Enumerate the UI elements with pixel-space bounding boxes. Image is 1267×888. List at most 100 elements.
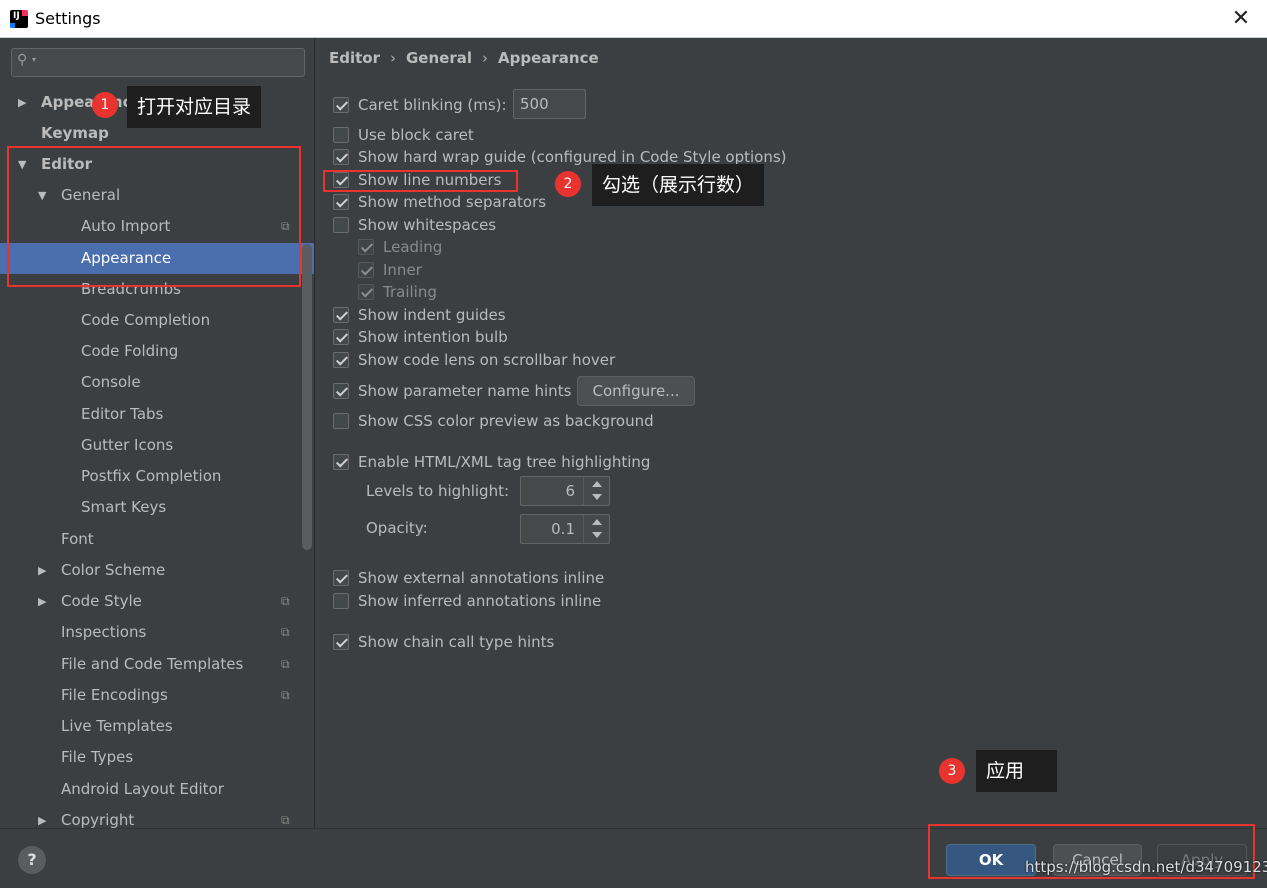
option-label: Trailing — [383, 283, 437, 301]
tree-item-label: Postfix Completion — [81, 467, 222, 485]
indent-guides-checkbox[interactable] — [333, 307, 349, 323]
configure-button[interactable]: Configure... — [577, 376, 695, 406]
tag-tree-checkbox[interactable] — [333, 454, 349, 470]
whitespaces-option[interactable]: Show whitespaces — [333, 214, 533, 236]
annotation-box-line-numbers — [323, 170, 518, 192]
step-badge-3: 3 — [939, 758, 965, 784]
indent-guides-option[interactable]: Show indent guides — [333, 304, 533, 326]
project-scope-icon: ⧉ — [281, 625, 290, 639]
tree-item-code-completion[interactable]: Code Completion — [0, 305, 314, 336]
option-label: Leading — [383, 238, 443, 256]
search-icon: ⚲ — [17, 52, 28, 68]
search-input[interactable]: ⚲ ▾ — [11, 48, 305, 77]
chain-hints-option[interactable]: Show chain call type hints — [333, 631, 593, 653]
tree-item-color-scheme[interactable]: ▶ Color Scheme — [0, 555, 314, 586]
project-scope-icon: ⧉ — [281, 657, 290, 671]
option-label: Show whitespaces — [358, 216, 497, 234]
tree-item-label: Code Style — [61, 592, 142, 610]
intention-bulb-option[interactable]: Show intention bulb — [333, 326, 533, 348]
tree-item-android-layout-editor[interactable]: Android Layout Editor — [0, 774, 314, 805]
inferred-annotations-checkbox[interactable] — [333, 593, 349, 609]
css-preview-checkbox[interactable] — [333, 413, 349, 429]
trailing-option: Trailing — [358, 281, 478, 303]
tree-item-code-folding[interactable]: Code Folding — [0, 336, 314, 367]
trailing-checkbox — [358, 284, 374, 300]
param-hints-option[interactable]: Show parameter name hints — [333, 380, 573, 402]
window-title: Settings — [35, 9, 101, 28]
tree-item-inspections[interactable]: Inspections ⧉ — [0, 617, 314, 648]
param-hints-checkbox[interactable] — [333, 383, 349, 399]
tree-item-postfix-completion[interactable]: Postfix Completion — [0, 461, 314, 492]
tree-item-gutter-icons[interactable]: Gutter Icons — [0, 430, 314, 461]
tag-tree-option[interactable]: Enable HTML/XML tag tree highlighting — [333, 451, 673, 473]
block-caret-option[interactable]: Use block caret — [333, 124, 533, 146]
project-scope-icon: ⧉ — [281, 594, 290, 608]
tree-item-code-style[interactable]: ▶ Code Style ⧉ — [0, 586, 314, 617]
step-badge-2: 2 — [555, 171, 581, 197]
option-label: Enable HTML/XML tag tree highlighting — [358, 453, 651, 471]
expand-arrow-icon[interactable]: ▶ — [18, 87, 26, 118]
tree-item-file-encodings[interactable]: File Encodings ⧉ — [0, 680, 314, 711]
spinner-arrows-icon[interactable] — [583, 477, 609, 505]
opacity-value: 0.1 — [551, 520, 575, 538]
tree-item-smart-keys[interactable]: Smart Keys — [0, 492, 314, 523]
tree-item-label: File Types — [61, 748, 134, 766]
tree-item-file-code-templates[interactable]: File and Code Templates ⧉ — [0, 649, 314, 680]
tree-item-label: Code Folding — [81, 342, 179, 360]
breadcrumb-item[interactable]: General — [406, 49, 472, 67]
tree-item-label: Smart Keys — [81, 498, 167, 516]
help-button[interactable]: ? — [18, 846, 46, 874]
tree-item-label: Editor Tabs — [81, 405, 164, 423]
expand-arrow-icon[interactable]: ▶ — [38, 586, 46, 617]
breadcrumb-item[interactable]: Editor — [329, 49, 380, 67]
inner-option: Inner — [358, 259, 478, 281]
expand-arrow-icon[interactable]: ▶ — [38, 805, 46, 828]
tree-item-editor-tabs[interactable]: Editor Tabs — [0, 399, 314, 430]
block-caret-checkbox[interactable] — [333, 127, 349, 143]
caret-blinking-checkbox[interactable] — [333, 97, 349, 113]
tree-item-file-types[interactable]: File Types — [0, 742, 314, 773]
levels-spinner[interactable]: 6 — [520, 476, 610, 506]
leading-option: Leading — [358, 236, 478, 258]
whitespaces-checkbox[interactable] — [333, 217, 349, 233]
code-lens-option[interactable]: Show code lens on scrollbar hover — [333, 349, 633, 371]
option-label: Caret blinking (ms): — [358, 96, 507, 114]
settings-content: Editor › General › Appearance Caret blinking… — [316, 38, 1267, 828]
tree-item-console[interactable]: Console — [0, 367, 314, 398]
css-preview-option[interactable]: Show CSS color preview as background — [333, 410, 673, 432]
chain-hints-checkbox[interactable] — [333, 634, 349, 650]
tree-item-copyright[interactable]: ▶ Copyright ⧉ — [0, 805, 314, 828]
caret-blinking-field[interactable]: 500 — [513, 89, 586, 119]
chevron-down-icon: ▾ — [32, 55, 37, 64]
opacity-spinner[interactable]: 0.1 — [520, 514, 610, 544]
watermark-url: https://blog.csdn.net/d347091231 — [1025, 858, 1267, 876]
expand-arrow-icon[interactable]: ▶ — [38, 555, 46, 586]
tree-item-label: Code Completion — [81, 311, 211, 329]
tree-item-label: Copyright — [61, 811, 135, 828]
opacity-label: Opacity: — [366, 519, 428, 537]
hard-wrap-checkbox[interactable] — [333, 149, 349, 165]
intention-bulb-checkbox[interactable] — [333, 329, 349, 345]
caret-blinking-option[interactable]: Caret blinking (ms): — [333, 94, 533, 116]
code-lens-checkbox[interactable] — [333, 352, 349, 368]
tree-item-live-templates[interactable]: Live Templates — [0, 711, 314, 742]
breadcrumb-separator: › — [482, 49, 488, 67]
callout-step-1: 打开对应目录 — [127, 86, 262, 128]
inner-checkbox — [358, 262, 374, 278]
sidebar-scrollbar[interactable] — [302, 244, 312, 550]
inferred-annotations-option[interactable]: Show inferred annotations inline — [333, 590, 633, 612]
method-separators-checkbox[interactable] — [333, 194, 349, 210]
ext-annotations-checkbox[interactable] — [333, 570, 349, 586]
close-button[interactable]: ✕ — [1229, 6, 1253, 32]
intellij-logo-icon: IJ — [10, 10, 28, 28]
ext-annotations-option[interactable]: Show external annotations inline — [333, 567, 633, 589]
tree-item-font[interactable]: Font — [0, 524, 314, 555]
project-scope-icon: ⧉ — [281, 813, 290, 827]
option-label: Show inferred annotations inline — [358, 592, 602, 610]
option-label: Show method separators — [358, 193, 547, 211]
spinner-arrows-icon[interactable] — [583, 515, 609, 543]
tree-item-label: Color Scheme — [61, 561, 166, 579]
method-separators-option[interactable]: Show method separators — [333, 191, 553, 213]
option-label: Show CSS color preview as background — [358, 412, 654, 430]
leading-checkbox — [358, 239, 374, 255]
